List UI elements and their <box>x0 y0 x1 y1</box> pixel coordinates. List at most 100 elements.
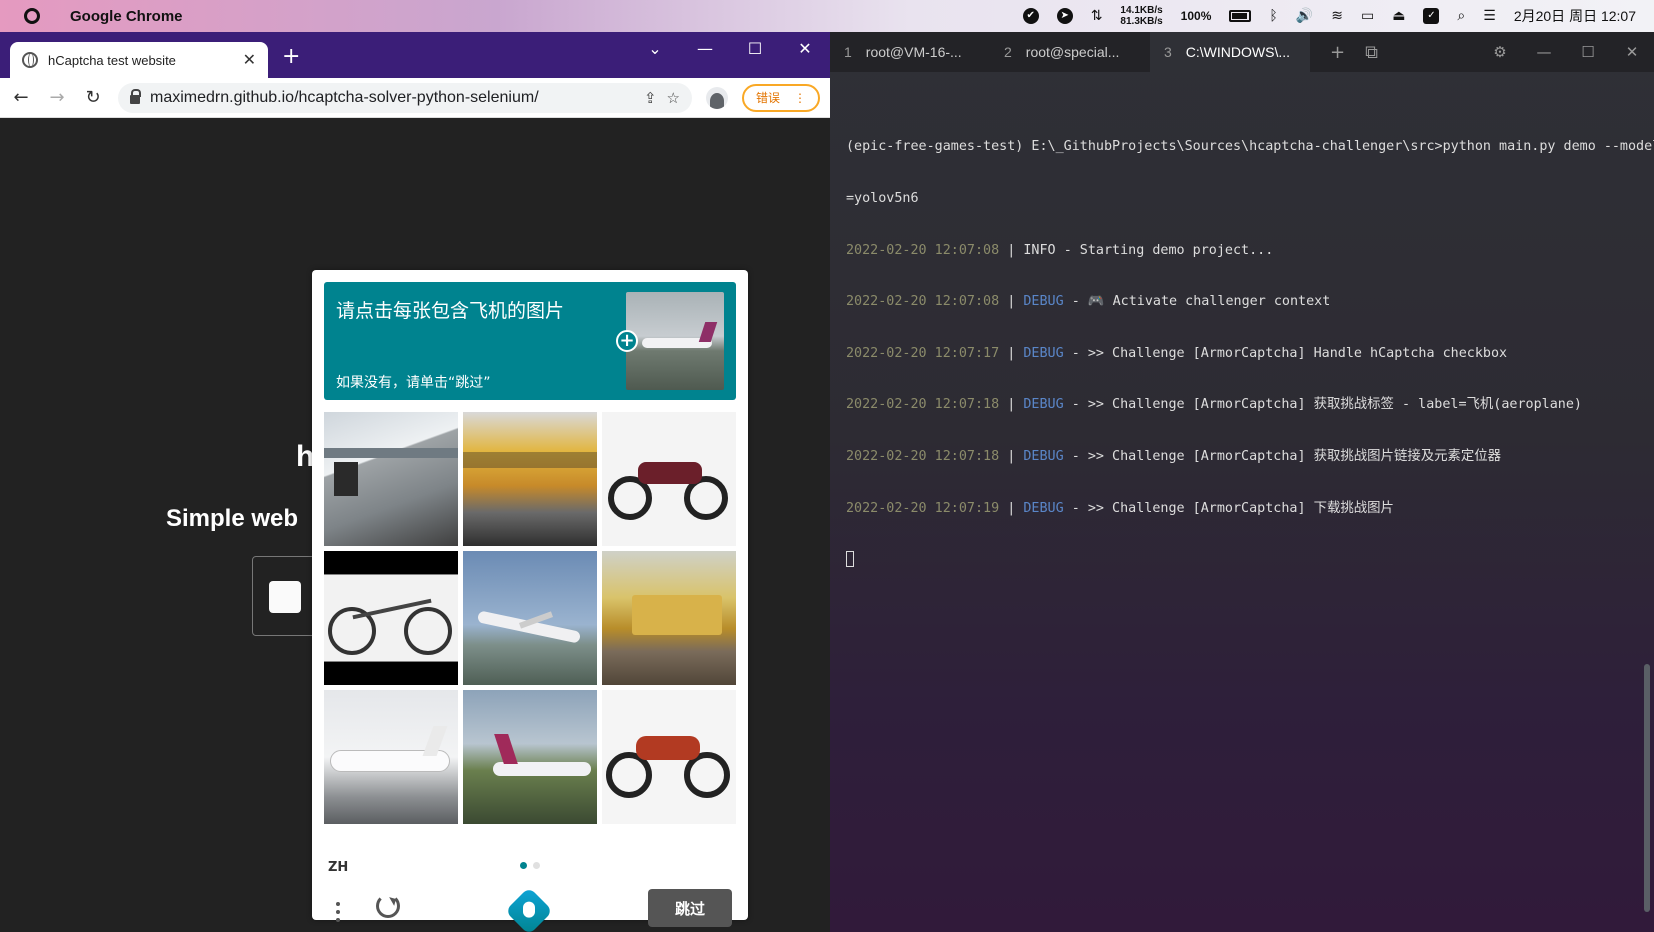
minimize-button[interactable]: — <box>680 32 730 66</box>
chrome-menu-icon[interactable]: ⋮ <box>794 91 806 105</box>
page-viewport: h Simple web 请点击每张包含飞机的图片 如果没有，请单击“跳过” + <box>0 118 830 932</box>
log-level: DEBUG <box>1023 397 1064 413</box>
chrome-window: hCaptcha test website ✕ + ⌄ — ☐ ✕ ← → ↻ … <box>0 32 830 932</box>
new-tab-button[interactable]: + <box>282 44 300 69</box>
display-icon[interactable]: ▭ <box>1361 8 1374 24</box>
browser-tab-active[interactable]: hCaptcha test website ✕ <box>10 42 268 78</box>
forward-button[interactable]: → <box>46 87 68 108</box>
challenge-tile-6[interactable] <box>602 551 736 685</box>
challenge-pager <box>520 862 540 869</box>
log-message: - 🎮 Activate challenger context <box>1071 294 1331 310</box>
wifi-off-icon[interactable]: ≋ <box>1331 8 1343 24</box>
volume-icon[interactable]: 🔊 <box>1296 8 1313 24</box>
eject-icon[interactable]: ⏏ <box>1392 8 1405 24</box>
log-level: DEBUG <box>1023 345 1064 361</box>
hcaptcha-checkbox[interactable] <box>269 581 301 613</box>
terminal-output[interactable]: (epic-free-games-test) E:\_GithubProject… <box>846 104 1654 603</box>
vpn-icon[interactable]: ✔ <box>1022 8 1039 24</box>
address-bar[interactable]: maximedrn.github.io/hcaptcha-solver-pyth… <box>118 82 692 113</box>
terminal-tab-3[interactable]: 3 C:\WINDOWS\... <box>1150 32 1310 72</box>
hcaptcha-challenge: 请点击每张包含飞机的图片 如果没有，请单击“跳过” + ZH 跳过 <box>312 270 748 932</box>
terminal-tab-strip: 1 root@VM-16-... 2 root@special... 3 C:\… <box>830 32 1654 72</box>
lock-icon[interactable] <box>130 89 141 104</box>
tab-number: 3 <box>1164 44 1172 60</box>
close-tab-icon[interactable]: ✕ <box>243 50 256 70</box>
log-line: 2022-02-20 12:07:08 | DEBUG - 🎮 Activate… <box>846 294 1331 310</box>
command-line-wrap: =yolov5n6 <box>846 191 919 207</box>
terminal-maximize-button[interactable]: ☐ <box>1566 32 1610 72</box>
challenge-tile-4[interactable] <box>324 551 458 685</box>
share-icon[interactable]: ⇪ <box>644 89 657 107</box>
active-app-name[interactable]: Google Chrome <box>70 8 183 25</box>
window-controls: ⌄ — ☐ ✕ <box>630 32 830 66</box>
error-badge-button[interactable]: 错误 ⋮ <box>741 83 820 112</box>
challenge-tile-1[interactable] <box>324 412 458 546</box>
terminal-tab-2[interactable]: 2 root@special... <box>990 32 1150 72</box>
os-logo-icon[interactable] <box>24 8 40 24</box>
expand-example-button[interactable]: + <box>616 330 638 352</box>
terminal-scrollbar[interactable] <box>1644 664 1650 912</box>
system-clock[interactable]: 2月20日 周日 12:07 <box>1514 6 1636 26</box>
app-tray-icon[interactable]: ✓ <box>1423 8 1440 24</box>
skip-button[interactable]: 跳过 <box>648 889 732 927</box>
settings-gear-icon[interactable]: ⚙ <box>1478 32 1522 72</box>
prompt-subtext: 如果没有，请单击“跳过” <box>336 375 491 391</box>
refresh-challenge-icon[interactable] <box>376 894 400 918</box>
log-line: 2022-02-20 12:07:17 | DEBUG - >> Challen… <box>846 345 1508 361</box>
log-timestamp: 2022-02-20 12:07:19 <box>846 500 1000 516</box>
terminal-cursor <box>846 551 854 568</box>
close-window-button[interactable]: ✕ <box>780 32 830 66</box>
log-timestamp: 2022-02-20 12:07:18 <box>846 397 1000 413</box>
tab-number: 2 <box>1004 44 1012 60</box>
search-icon[interactable]: ⌕ <box>1457 8 1465 24</box>
challenge-tile-2[interactable] <box>463 412 597 546</box>
bluetooth-icon[interactable]: ᛒ <box>1269 8 1277 24</box>
log-message: - >> Challenge [ArmorCaptcha] 获取挑战图片链接及元… <box>1071 449 1502 465</box>
log-level: DEBUG <box>1023 294 1064 310</box>
terminal-minimize-button[interactable]: — <box>1522 32 1566 72</box>
tab-search-icon[interactable]: ⌄ <box>630 32 680 66</box>
pager-dot-active <box>520 862 527 869</box>
battery-percent: 100% <box>1180 9 1212 23</box>
challenge-tile-3[interactable] <box>602 412 736 546</box>
network-up-speed: 14.1KB/s <box>1120 5 1163 16</box>
log-line: 2022-02-20 12:07:08 | INFO - Starting de… <box>846 242 1274 258</box>
network-down-speed: 81.3KB/s <box>1120 16 1163 27</box>
hcaptcha-logo-icon[interactable] <box>504 886 554 932</box>
challenge-tile-9[interactable] <box>602 690 736 824</box>
telegram-icon[interactable]: ➤ <box>1056 8 1073 24</box>
battery-icon[interactable] <box>1229 10 1252 22</box>
command-line: (epic-free-games-test) E:\_GithubProject… <box>846 139 1654 155</box>
profile-avatar[interactable] <box>705 86 728 109</box>
network-arrows-icon: ⇅ <box>1090 8 1103 24</box>
url-text[interactable]: maximedrn.github.io/hcaptcha-solver-pyth… <box>150 89 634 107</box>
log-message: - Starting demo project... <box>1063 242 1274 258</box>
log-timestamp: 2022-02-20 12:07:08 <box>846 294 1000 310</box>
control-center-icon[interactable]: ☰ <box>1483 8 1496 24</box>
tab-title: hCaptcha test website <box>48 52 176 68</box>
terminal-tab-1[interactable]: 1 root@VM-16-... <box>830 32 990 72</box>
pager-dot <box>533 862 540 869</box>
new-terminal-tab-icon[interactable]: + <box>1330 42 1345 63</box>
back-button[interactable]: ← <box>10 87 32 108</box>
terminal-close-button[interactable]: ✕ <box>1610 32 1654 72</box>
system-menubar: Google Chrome ✔ ➤ ⇅ 14.1KB/s 81.3KB/s 10… <box>0 0 1654 32</box>
log-message: - >> Challenge [ArmorCaptcha] 获取挑战标签 - l… <box>1071 397 1582 413</box>
challenge-tile-5[interactable] <box>463 551 597 685</box>
browser-toolbar: ← → ↻ maximedrn.github.io/hcaptcha-solve… <box>0 78 830 118</box>
log-level: DEBUG <box>1023 449 1064 465</box>
challenge-tile-7[interactable] <box>324 690 458 824</box>
split-pane-icon[interactable]: ⧉ <box>1365 42 1378 63</box>
challenge-tile-8[interactable] <box>463 690 597 824</box>
log-message: - >> Challenge [ArmorCaptcha] Handle hCa… <box>1071 345 1508 361</box>
log-line: 2022-02-20 12:07:18 | DEBUG - >> Challen… <box>846 397 1582 413</box>
challenge-image-grid <box>324 412 736 824</box>
more-options-icon[interactable] <box>336 898 346 926</box>
reload-button[interactable]: ↻ <box>82 87 104 108</box>
example-plane-tail <box>698 322 718 342</box>
tab-number: 1 <box>844 44 852 60</box>
log-line: 2022-02-20 12:07:19 | DEBUG - >> Challen… <box>846 500 1394 516</box>
bookmark-star-icon[interactable]: ☆ <box>667 89 680 107</box>
maximize-button[interactable]: ☐ <box>730 32 780 66</box>
language-selector[interactable]: ZH <box>328 860 348 875</box>
